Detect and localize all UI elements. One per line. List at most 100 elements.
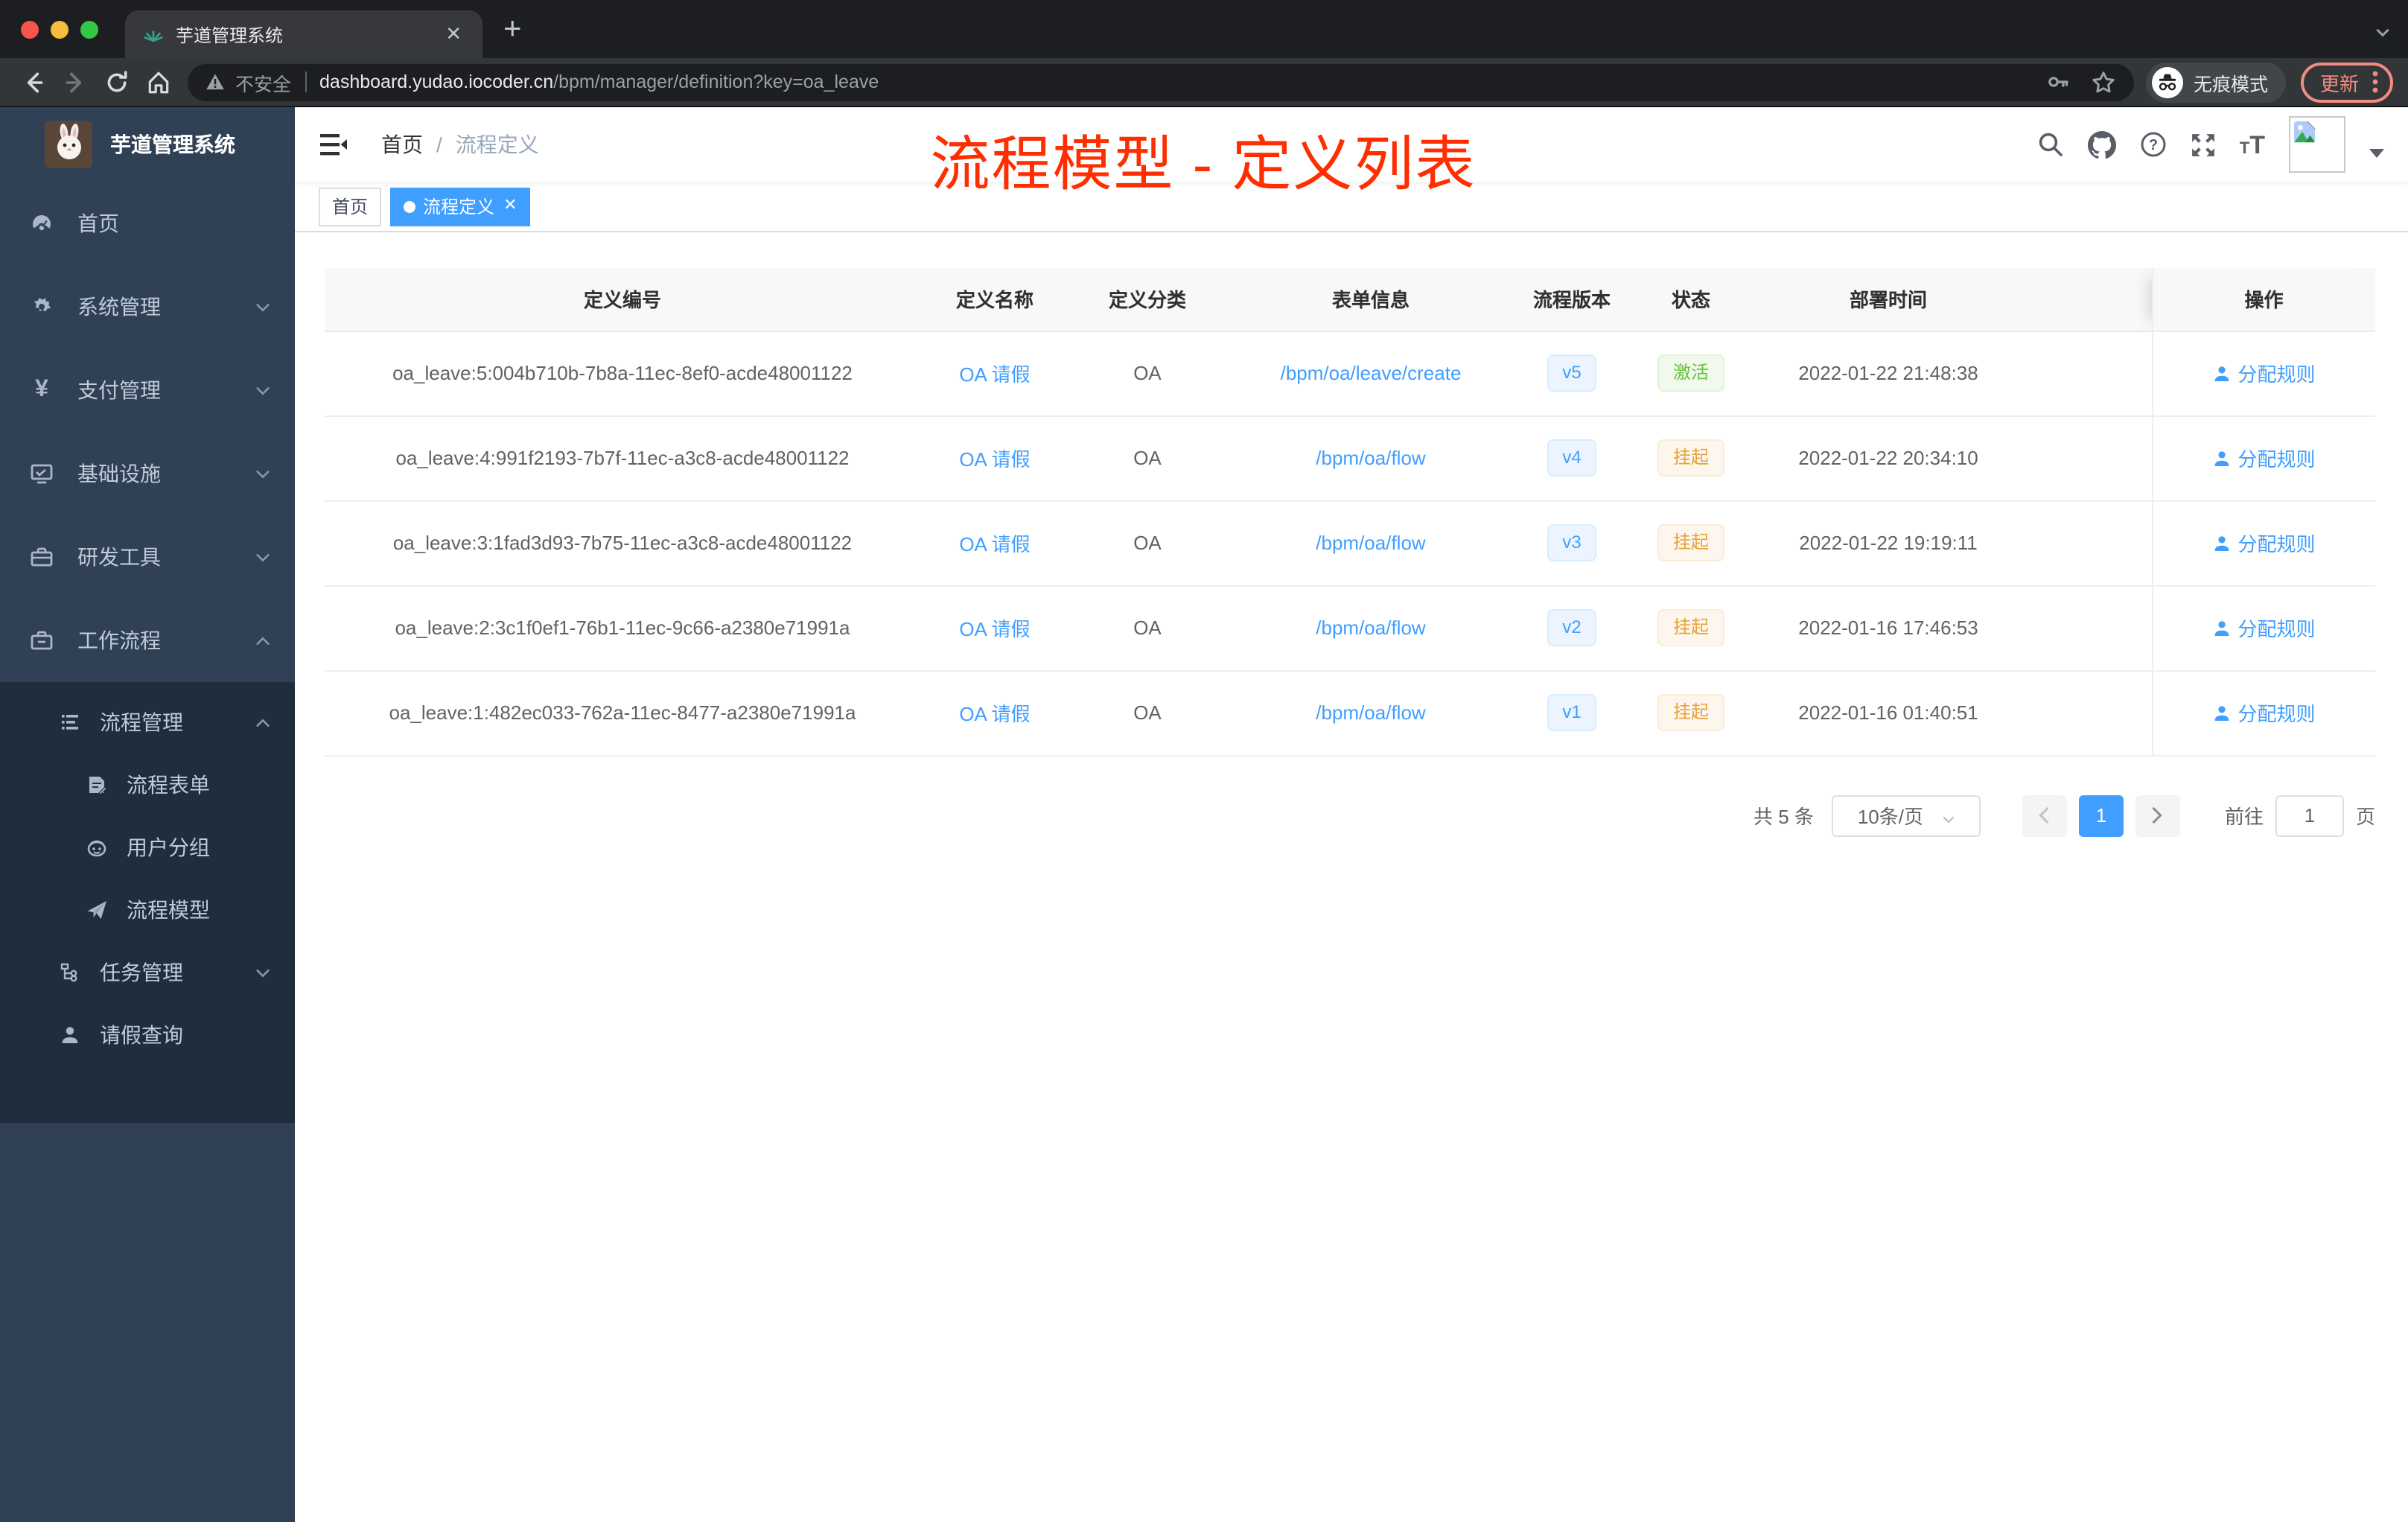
form-info-link[interactable]: /bpm/oa/leave/create bbox=[1281, 362, 1462, 384]
sidebar-item-payment[interactable]: ¥ 支付管理 bbox=[0, 348, 295, 432]
sidebar-item-process-model[interactable]: 流程模型 bbox=[0, 879, 295, 941]
screen: 芋道管理系统 ✕ + 不安全 dashboard.yudao.iocoder.c… bbox=[0, 0, 2408, 1522]
tag-process-definition[interactable]: 流程定义 ✕ bbox=[390, 187, 531, 226]
browser-toolbar: 不安全 dashboard.yudao.iocoder.cn/bpm/manag… bbox=[0, 58, 2408, 107]
assign-rule-button[interactable]: 分配规则 bbox=[2212, 698, 2316, 727]
window-close-button[interactable] bbox=[21, 20, 39, 38]
col-actions: 操作 bbox=[2151, 268, 2375, 331]
tab-close-icon[interactable]: ✕ bbox=[439, 22, 468, 46]
reload-icon[interactable] bbox=[95, 63, 137, 101]
incognito-badge: 无痕模式 bbox=[2145, 62, 2286, 102]
assign-rule-button[interactable]: 分配规则 bbox=[2212, 529, 2316, 557]
assign-rule-button[interactable]: 分配规则 bbox=[2212, 444, 2316, 472]
form-info-link[interactable]: /bpm/oa/flow bbox=[1316, 701, 1425, 724]
help-icon[interactable]: ? bbox=[2140, 131, 2167, 158]
tag-close-icon[interactable]: ✕ bbox=[503, 197, 517, 214]
sidebar-item-workflow[interactable]: 工作流程 bbox=[0, 599, 295, 682]
chevron-up-icon bbox=[255, 632, 271, 649]
password-key-icon[interactable] bbox=[2046, 70, 2070, 94]
avatar-caret-icon[interactable] bbox=[2369, 149, 2384, 158]
bookmark-star-icon[interactable] bbox=[2091, 69, 2116, 95]
tab-search-chevron-icon[interactable] bbox=[2375, 21, 2390, 37]
breadcrumb: 首页 / 流程定义 bbox=[381, 130, 539, 159]
page-number-current[interactable]: 1 bbox=[2078, 795, 2124, 836]
table-row: oa_leave:2:3c1f0ef1-76b1-11ec-9c66-a2380… bbox=[325, 585, 2375, 671]
prev-page-button[interactable] bbox=[2022, 795, 2067, 836]
form-info-link[interactable]: /bpm/oa/flow bbox=[1316, 617, 1425, 639]
goto-page-input[interactable] bbox=[2275, 795, 2344, 836]
breadcrumb-home-link[interactable]: 首页 bbox=[381, 130, 423, 159]
form-info-link[interactable]: /bpm/oa/flow bbox=[1316, 447, 1425, 469]
sidebar-item-leave-query[interactable]: 请假查询 bbox=[0, 1004, 295, 1066]
deploy-time: 2022-01-22 20:34:10 bbox=[1754, 415, 2022, 501]
new-tab-button[interactable]: + bbox=[503, 0, 522, 58]
sidebar-item-home[interactable]: 首页 bbox=[0, 182, 295, 265]
logo-avatar bbox=[45, 121, 92, 168]
not-secure-warning-icon[interactable] bbox=[206, 73, 225, 91]
browser-tab[interactable]: 芋道管理系统 ✕ bbox=[125, 10, 482, 58]
gutter-cell bbox=[2022, 415, 2152, 501]
forward-icon[interactable] bbox=[54, 63, 95, 101]
form-info-link[interactable]: /bpm/oa/flow bbox=[1316, 532, 1425, 554]
sidebar-item-process-form[interactable]: 流程表单 bbox=[0, 754, 295, 816]
update-label: 更新 bbox=[2319, 72, 2359, 95]
definition-category: OA bbox=[1069, 585, 1226, 671]
sidebar-item-system[interactable]: 系统管理 bbox=[0, 265, 295, 348]
sidebar-item-label: 基础设施 bbox=[77, 462, 161, 485]
window-zoom-button[interactable] bbox=[80, 20, 98, 38]
paper-plane-icon bbox=[86, 899, 107, 920]
yen-icon: ¥ bbox=[35, 377, 48, 402]
dashboard-icon bbox=[30, 211, 54, 235]
app-window: 芋道管理系统 首页 系统管理 ¥ 支付管理 基础设施 研发工具 工作流程 流程管… bbox=[0, 107, 2408, 1522]
github-icon[interactable] bbox=[2087, 130, 2116, 159]
col-status: 状态 bbox=[1628, 268, 1754, 331]
col-process-version: 流程版本 bbox=[1516, 268, 1628, 331]
table-row: oa_leave:1:482ec033-762a-11ec-8477-a2380… bbox=[325, 670, 2375, 756]
user-icon bbox=[2214, 705, 2229, 720]
sidebar-item-task-management[interactable]: 任务管理 bbox=[0, 941, 295, 1004]
font-size-icon[interactable]: TT bbox=[2240, 132, 2265, 157]
gutter-cell bbox=[2022, 585, 2152, 671]
form-edit-icon bbox=[86, 774, 107, 795]
sidebar-item-label: 系统管理 bbox=[77, 295, 161, 319]
definition-name-link[interactable]: OA 请假 bbox=[959, 533, 1030, 555]
search-icon[interactable] bbox=[2037, 131, 2064, 158]
security-label: 不安全 bbox=[235, 74, 292, 95]
status-badge: 激活 bbox=[1657, 354, 1724, 392]
user-avatar[interactable] bbox=[2289, 116, 2345, 173]
sidebar-collapse-icon[interactable] bbox=[319, 130, 348, 159]
definition-name-link[interactable]: OA 请假 bbox=[959, 618, 1030, 640]
browser-update-button[interactable]: 更新 bbox=[2300, 62, 2393, 102]
fullscreen-icon[interactable] bbox=[2191, 132, 2216, 157]
sidebar-item-user-group[interactable]: 用户分组 bbox=[0, 816, 295, 879]
window-minimize-button[interactable] bbox=[51, 20, 69, 38]
incognito-icon bbox=[2151, 66, 2183, 98]
address-bar[interactable]: 不安全 dashboard.yudao.iocoder.cn/bpm/manag… bbox=[188, 63, 2134, 101]
tab-title: 芋道管理系统 bbox=[176, 25, 284, 45]
user-icon bbox=[2214, 366, 2229, 380]
deploy-time: 2022-01-16 17:46:53 bbox=[1754, 585, 2022, 671]
sidebar-logo[interactable]: 芋道管理系统 bbox=[0, 107, 295, 182]
user-icon bbox=[2214, 450, 2229, 465]
home-icon[interactable] bbox=[137, 63, 179, 101]
assign-rule-button[interactable]: 分配规则 bbox=[2212, 614, 2316, 642]
status-badge: 挂起 bbox=[1657, 439, 1724, 477]
sidebar-item-label: 请假查询 bbox=[100, 1023, 183, 1047]
sidebar-item-devtools[interactable]: 研发工具 bbox=[0, 515, 295, 599]
back-icon[interactable] bbox=[12, 63, 54, 101]
annotation-title: 流程模型 - 定义列表 bbox=[930, 133, 1477, 198]
definition-name-link[interactable]: OA 请假 bbox=[959, 703, 1030, 725]
sidebar-item-infrastructure[interactable]: 基础设施 bbox=[0, 432, 295, 515]
next-page-button[interactable] bbox=[2135, 795, 2180, 836]
col-gutter bbox=[2022, 268, 2152, 331]
definition-name-link[interactable]: OA 请假 bbox=[959, 448, 1030, 471]
definition-category: OA bbox=[1069, 670, 1226, 756]
sidebar-item-process-management[interactable]: 流程管理 bbox=[0, 691, 295, 754]
breadcrumb-separator: / bbox=[436, 133, 442, 156]
tag-home[interactable]: 首页 bbox=[319, 187, 382, 226]
chevron-down-icon bbox=[255, 382, 271, 398]
assign-rule-button[interactable]: 分配规则 bbox=[2212, 359, 2316, 387]
page-size-select[interactable]: 10条/页 bbox=[1831, 795, 1981, 836]
definition-name-link[interactable]: OA 请假 bbox=[959, 363, 1030, 386]
tree-icon bbox=[60, 962, 80, 983]
